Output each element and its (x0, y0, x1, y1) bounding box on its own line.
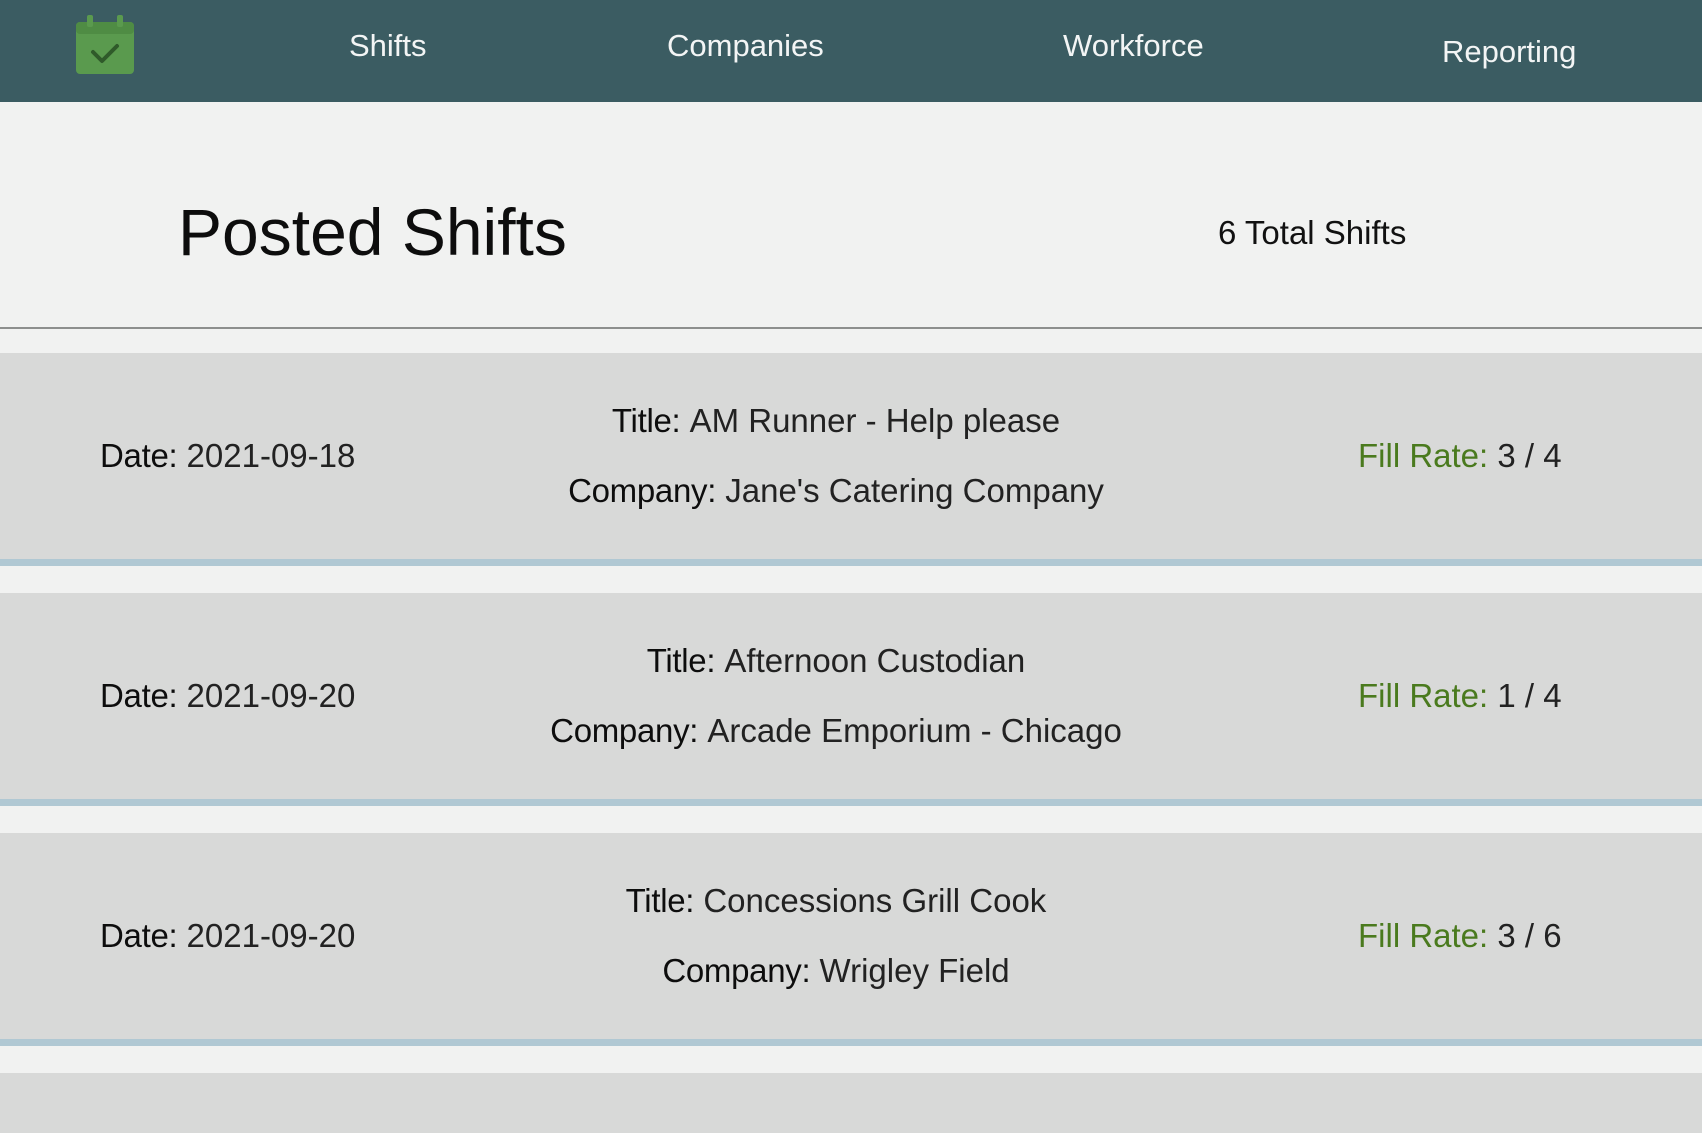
top-navbar: Shifts Companies Workforce Reporting (0, 0, 1702, 102)
shift-card-partial[interactable] (0, 1073, 1702, 1133)
company-label: Company: (568, 472, 717, 509)
nav-link-companies[interactable]: Companies (667, 28, 824, 64)
company-value: Arcade Emporium - Chicago (707, 712, 1122, 749)
shift-fill-rate: Fill Rate: 1 / 4 (1358, 593, 1562, 799)
shift-card[interactable]: Date: 2021-09-20 Title: Afternoon Custod… (0, 593, 1702, 806)
shift-company: Company: Arcade Emporium - Chicago (550, 712, 1122, 750)
fill-rate-label: Fill Rate: (1358, 677, 1489, 714)
calendar-check-icon[interactable] (74, 14, 136, 76)
shift-title: Title: Concessions Grill Cook (626, 882, 1047, 920)
shift-title: Title: Afternoon Custodian (647, 642, 1026, 680)
fill-rate-value: 1 / 4 (1497, 677, 1562, 714)
fill-rate-label: Fill Rate: (1358, 917, 1489, 954)
page-title: Posted Shifts (178, 195, 567, 269)
title-label: Title: (611, 402, 681, 439)
total-shifts-count: 6 Total Shifts (1218, 214, 1407, 251)
company-value: Wrigley Field (819, 952, 1010, 989)
shift-card[interactable]: Date: 2021-09-18 Title: AM Runner - Help… (0, 353, 1702, 566)
title-value: AM Runner - Help please (689, 402, 1061, 439)
company-label: Company: (550, 712, 699, 749)
title-value: Concessions Grill Cook (703, 882, 1047, 919)
shift-fill-rate: Fill Rate: 3 / 6 (1358, 833, 1562, 1039)
title-value: Afternoon Custodian (724, 642, 1026, 679)
fill-rate-value: 3 / 4 (1497, 437, 1562, 474)
shift-card[interactable]: Date: 2021-09-20 Title: Concessions Gril… (0, 833, 1702, 1046)
nav-link-shifts[interactable]: Shifts (349, 28, 427, 64)
shift-title: Title: AM Runner - Help please (612, 402, 1060, 440)
title-label: Title: (646, 642, 716, 679)
shift-fill-rate: Fill Rate: 3 / 4 (1358, 353, 1562, 559)
company-value: Jane's Catering Company (725, 472, 1104, 509)
nav-link-reporting[interactable]: Reporting (1442, 34, 1576, 70)
fill-rate-label: Fill Rate: (1358, 437, 1489, 474)
fill-rate-value: 3 / 6 (1497, 917, 1562, 954)
header-divider (0, 327, 1702, 329)
title-label: Title: (625, 882, 695, 919)
company-label: Company: (662, 952, 811, 989)
nav-link-workforce[interactable]: Workforce (1063, 28, 1204, 64)
shift-company: Company: Wrigley Field (662, 952, 1009, 990)
shift-company: Company: Jane's Catering Company (568, 472, 1104, 510)
